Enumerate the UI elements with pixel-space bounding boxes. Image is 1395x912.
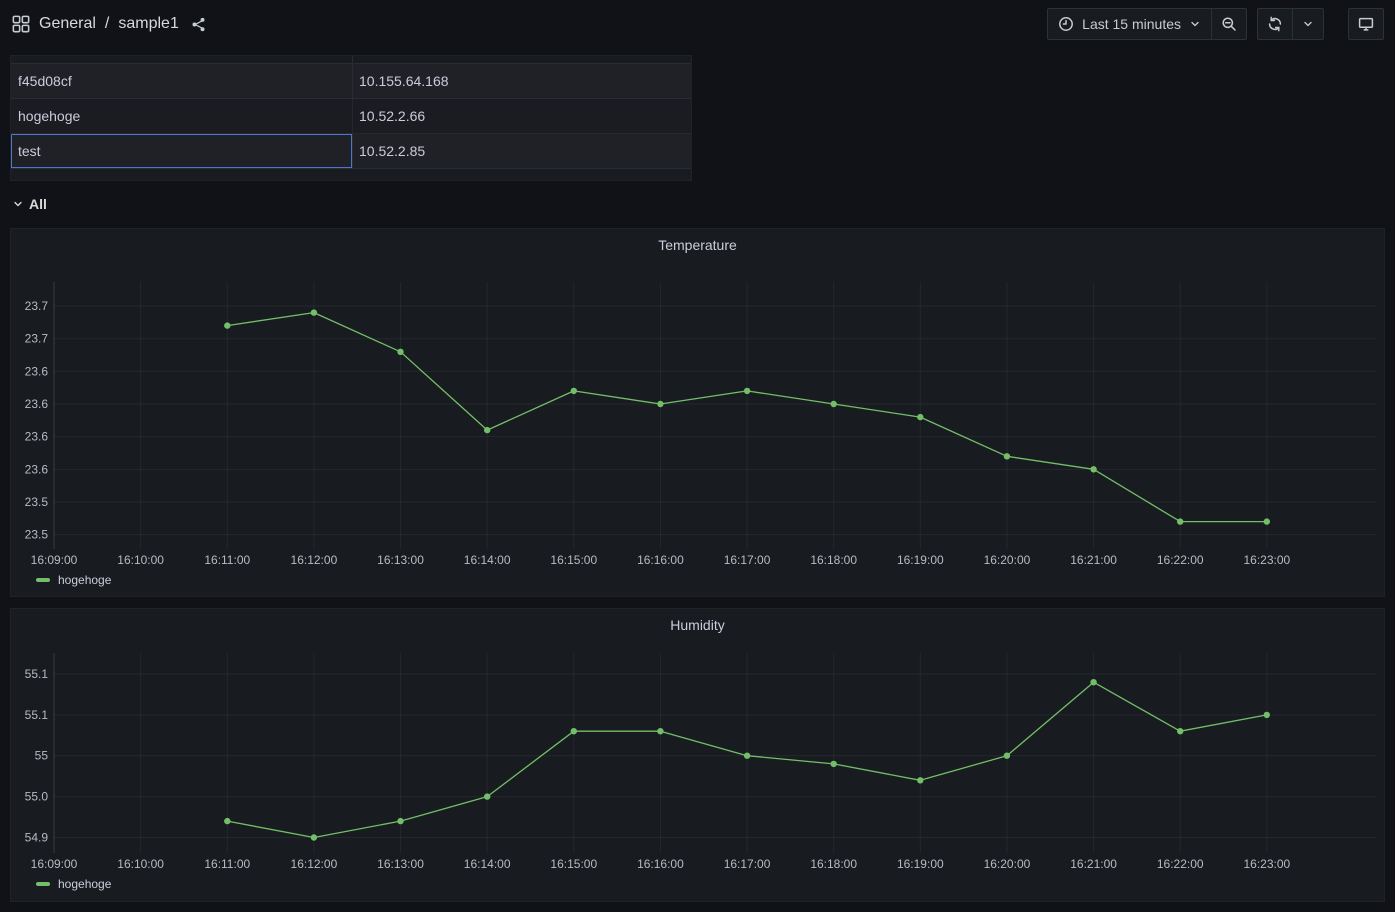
- legend-item[interactable]: hogehoge: [36, 877, 111, 891]
- sync-icon: [1267, 16, 1283, 32]
- x-tick-label: 16:17:00: [724, 857, 771, 871]
- clock-icon: [1058, 16, 1074, 32]
- apps-grid-icon[interactable]: [12, 15, 30, 33]
- x-tick-label: 16:19:00: [897, 857, 944, 871]
- x-tick-label: 16:20:00: [984, 553, 1031, 567]
- humidity-panel: Humidity 16:09:0016:10:0016:11:0016:12:0…: [10, 608, 1385, 902]
- x-tick-label: 16:22:00: [1157, 553, 1204, 567]
- y-tick-label: 23.6: [25, 364, 49, 378]
- table-cell-ip[interactable]: 10.52.2.85: [353, 134, 691, 169]
- chevron-down-icon: [1302, 18, 1314, 30]
- breadcrumb-folder[interactable]: General: [39, 15, 96, 33]
- row-toggle-label: All: [29, 196, 47, 212]
- dashboard-header: General / sample1 Last 1: [0, 0, 1395, 48]
- time-picker-group: Last 15 minutes: [1047, 8, 1247, 40]
- table-cell-ip[interactable]: 10.52.2.66: [353, 99, 691, 134]
- plot-area[interactable]: [54, 653, 1376, 853]
- legend-swatch: [36, 578, 50, 582]
- dashboard-toolbar: Last 15 minutes: [1047, 8, 1384, 40]
- y-tick-label: 23.7: [25, 332, 49, 346]
- grafana-dashboard: General / sample1 Last 1: [0, 0, 1395, 912]
- y-tick-label: 23.5: [25, 495, 49, 509]
- zoom-out-button[interactable]: [1211, 9, 1246, 39]
- x-tick-label: 16:23:00: [1243, 857, 1290, 871]
- legend-label: hogehoge: [58, 573, 111, 587]
- row-toggle-all[interactable]: All: [10, 192, 47, 216]
- x-tick-label: 16:19:00: [897, 553, 944, 567]
- y-tick-label: 23.6: [25, 430, 49, 444]
- refresh-interval-button[interactable]: [1292, 9, 1323, 39]
- breadcrumb-dashboard[interactable]: sample1: [118, 15, 178, 33]
- x-tick-label: 16:10:00: [117, 857, 164, 871]
- kiosk-mode-button[interactable]: [1349, 9, 1383, 39]
- y-tick-label: 23.7: [25, 299, 49, 313]
- x-tick-label: 16:09:00: [31, 857, 78, 871]
- x-tick-label: 16:15:00: [550, 553, 597, 567]
- x-tick-label: 16:14:00: [464, 553, 511, 567]
- table-row: hogehoge 10.52.2.66: [11, 99, 691, 134]
- x-tick-label: 16:16:00: [637, 857, 684, 871]
- x-tick-label: 16:15:00: [550, 857, 597, 871]
- x-tick-label: 16:22:00: [1157, 857, 1204, 871]
- temperature-chart[interactable]: 16:09:00 16:10:00 16:11:00 16:12:00 16:13:00…: [11, 229, 1384, 596]
- x-tick-label: 16:21:00: [1070, 553, 1117, 567]
- chevron-down-icon: [1189, 18, 1201, 30]
- monitor-icon: [1358, 16, 1374, 32]
- x-tick-label: 16:20:00: [984, 857, 1031, 871]
- y-tick-label: 23.6: [25, 397, 49, 411]
- table-cell-name[interactable]: hogehoge: [11, 99, 353, 134]
- table-cell-name[interactable]: f45d08cf: [11, 64, 353, 99]
- legend-item[interactable]: hogehoge: [36, 573, 111, 587]
- breadcrumb-separator: /: [105, 15, 109, 33]
- time-range-button[interactable]: Last 15 minutes: [1048, 9, 1211, 39]
- kiosk-group: [1348, 8, 1384, 40]
- x-tick-label: 16:13:00: [377, 553, 424, 567]
- x-tick-label: 16:18:00: [810, 857, 857, 871]
- y-tick-label: 55.1: [25, 667, 49, 681]
- y-tick-label: 54.9: [25, 830, 49, 844]
- legend-swatch: [36, 882, 50, 886]
- plot-area[interactable]: [54, 282, 1376, 549]
- y-tick-label: 55.0: [25, 790, 49, 804]
- table-row: test 10.52.2.85: [11, 134, 691, 169]
- x-tick-label: 16:10:00: [117, 553, 164, 567]
- refresh-group: [1257, 8, 1324, 40]
- x-tick-label: 16:09:00: [31, 553, 78, 567]
- table-cell-name-focused[interactable]: test: [11, 134, 353, 169]
- temperature-panel: Temperature 16:09:0016:10:0016:11:0016:1…: [10, 228, 1385, 597]
- x-tick-label: 16:23:00: [1243, 553, 1290, 567]
- search-minus-icon: [1221, 16, 1237, 32]
- table-header-sliver: [11, 56, 691, 64]
- share-icon[interactable]: [191, 17, 206, 32]
- x-tick-label: 16:11:00: [204, 553, 250, 567]
- x-tick-label: 16:12:00: [291, 857, 338, 871]
- humidity-chart[interactable]: 16:09:00 16:10:00 16:11:00 16:12:00 16:13:00…: [11, 609, 1384, 901]
- x-tick-label: 16:21:00: [1070, 857, 1117, 871]
- x-tick-label: 16:16:00: [637, 553, 684, 567]
- chevron-down-icon: [12, 198, 24, 210]
- y-tick-label: 55: [35, 749, 49, 763]
- x-tick-label: 16:12:00: [291, 553, 338, 567]
- x-tick-label: 16:18:00: [810, 553, 857, 567]
- legend-label: hogehoge: [58, 877, 111, 891]
- time-range-label: Last 15 minutes: [1082, 16, 1181, 32]
- y-tick-label: 23.5: [25, 528, 49, 542]
- x-tick-label: 16:14:00: [464, 857, 511, 871]
- refresh-button[interactable]: [1258, 9, 1292, 39]
- table-cell-ip[interactable]: 10.155.64.168: [353, 64, 691, 99]
- y-tick-label: 23.6: [25, 462, 49, 476]
- x-tick-label: 16:11:00: [204, 857, 250, 871]
- x-tick-label: 16:13:00: [377, 857, 424, 871]
- table-row: f45d08cf 10.155.64.168: [11, 64, 691, 99]
- table-panel: f45d08cf 10.155.64.168 hogehoge 10.52.2.…: [10, 55, 692, 181]
- x-tick-label: 16:17:00: [724, 553, 771, 567]
- y-tick-label: 55.1: [25, 708, 49, 722]
- breadcrumb: General / sample1: [12, 15, 206, 33]
